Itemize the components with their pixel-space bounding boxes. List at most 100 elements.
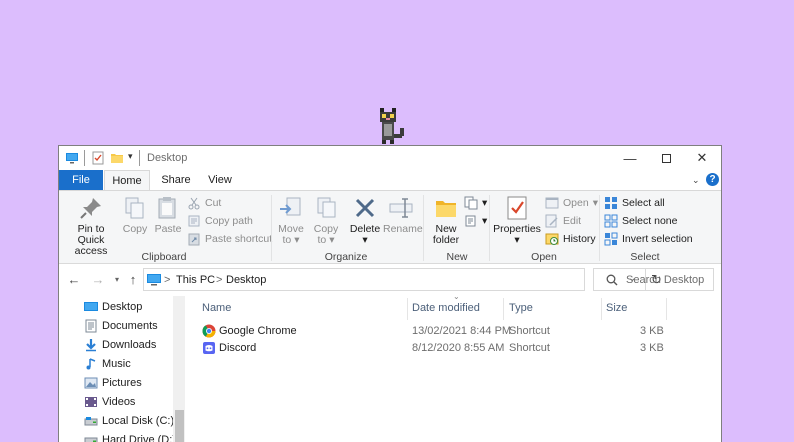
history-label: History	[563, 233, 596, 245]
nav-item-label: Videos	[102, 396, 136, 408]
invert-selection-button[interactable]: Invert selection	[604, 231, 693, 247]
help-button[interactable]: ?	[706, 173, 719, 186]
column-header-type[interactable]: Type	[509, 302, 533, 314]
nav-item-desktop[interactable]: Desktop	[84, 298, 142, 316]
address-field[interactable]: > This PC > Desktop ⌄ ↻	[143, 268, 662, 291]
delete-button[interactable]: Delete ▾	[348, 195, 382, 246]
nav-item-label: Music	[102, 358, 131, 370]
paste-shortcut-button[interactable]: Paste shortcut	[187, 231, 272, 247]
easy-access-dropdown-icon: ▾	[482, 215, 488, 227]
breadcrumb-this-pc[interactable]: This PC	[176, 274, 215, 286]
file-list: ⌄ Name Date modified Type Size Google Ch…	[185, 292, 721, 442]
up-arrow-icon: ↑	[129, 272, 137, 287]
pin-icon	[80, 198, 101, 219]
address-bar-row: ← → ▾ ↑ > This PC > Desktop ⌄ ↻ Search D…	[59, 264, 721, 296]
breadcrumb-sep-icon: >	[164, 274, 171, 286]
breadcrumb-sep2-icon: >	[216, 274, 223, 286]
copy-to-button[interactable]: Copy to ▾	[310, 195, 342, 246]
column-header-name[interactable]: Name	[202, 302, 231, 314]
history-button[interactable]: History	[545, 231, 596, 247]
column-header-size[interactable]: Size	[606, 302, 627, 314]
nav-pane-scroll-thumb[interactable]	[175, 410, 184, 442]
tab-view[interactable]: View	[200, 170, 240, 190]
properties-button[interactable]: Properties ▾	[493, 195, 541, 246]
explorer-window-icon[interactable]	[65, 151, 79, 165]
move-to-button[interactable]: Move to ▾	[275, 195, 307, 246]
tab-file[interactable]: File	[59, 170, 103, 190]
copy-button[interactable]: Copy	[121, 195, 149, 235]
rename-icon	[389, 198, 413, 218]
tab-home[interactable]: Home	[104, 170, 150, 191]
new-folder-quick-icon[interactable]	[110, 151, 124, 165]
file-size: 3 KB	[640, 325, 664, 337]
paste-label: Paste	[154, 223, 182, 235]
select-all-icon	[605, 197, 617, 209]
open-group-label: Open	[531, 251, 557, 263]
nav-item-pictures[interactable]: Pictures	[84, 374, 142, 392]
organize-group-label: Organize	[324, 251, 368, 263]
pin-to-quick-access-button[interactable]: Pin to Quick access	[63, 195, 119, 257]
tab-share[interactable]: Share	[156, 170, 196, 190]
nav-item-local-disk[interactable]: Local Disk (C:)	[84, 412, 174, 430]
recent-locations-chevron-icon: ▾	[114, 275, 119, 284]
search-box[interactable]: Search Desktop	[593, 268, 714, 291]
nav-item-hard-drive[interactable]: Hard Drive (D:)	[84, 431, 176, 442]
easy-access-button[interactable]: ▾	[464, 213, 487, 229]
column-header-date-modified[interactable]: Date modified	[412, 302, 480, 314]
copy-path-label: Copy path	[205, 215, 253, 227]
nav-item-videos[interactable]: Videos	[84, 393, 135, 411]
nav-item-label: Downloads	[102, 339, 157, 351]
up-button[interactable]: ↑	[125, 272, 141, 288]
properties-icon	[507, 196, 527, 220]
recent-locations-button[interactable]: ▾	[109, 272, 125, 288]
ribbon-tabs: File Home Share View ⌄ ?	[59, 170, 721, 191]
close-button[interactable]: ✕	[683, 146, 721, 170]
paste-button[interactable]: Paste	[153, 195, 183, 235]
minimize-button[interactable]: —	[611, 146, 649, 170]
edit-button[interactable]: Edit	[545, 213, 581, 229]
copy-path-icon	[188, 215, 200, 227]
file-date: 13/02/2021 8:44 PM	[412, 325, 512, 337]
clipboard-group-label: Clipboard	[141, 251, 187, 263]
cut-button[interactable]: Cut	[187, 195, 221, 211]
file-row[interactable]: Discord 8/12/2020 8:55 AM Shortcut 3 KB	[185, 340, 721, 357]
properties-quick-icon[interactable]	[92, 151, 104, 165]
expand-ribbon-icon[interactable]: ⌄	[692, 175, 700, 186]
customize-quick-access-icon[interactable]: ▾	[128, 151, 133, 162]
copy-icon	[125, 197, 144, 219]
maximize-button[interactable]	[647, 146, 685, 170]
copy-path-button[interactable]: Copy path	[187, 213, 253, 229]
move-to-icon	[280, 197, 301, 216]
file-name: Google Chrome	[219, 325, 297, 337]
back-button[interactable]: ←	[66, 272, 82, 288]
copy-to-icon	[317, 197, 336, 218]
select-all-button[interactable]: Select all	[604, 195, 665, 211]
close-icon: ✕	[696, 150, 708, 165]
new-folder-button[interactable]: New folder	[429, 195, 463, 246]
ribbon: Pin to Quick access Copy Paste Cut Copy …	[59, 190, 721, 264]
chrome-icon	[202, 324, 216, 338]
search-placeholder: Search Desktop	[626, 274, 705, 286]
paste-shortcut-icon	[188, 233, 200, 246]
nav-item-label: Hard Drive (D:)	[102, 434, 176, 442]
delete-dropdown-icon: ▾	[362, 234, 368, 246]
move-to-label-line2: to	[282, 234, 292, 246]
new-folder-label-line2: folder	[432, 234, 460, 246]
open-icon	[545, 197, 559, 209]
file-type: Shortcut	[509, 325, 550, 337]
forward-button[interactable]: →	[90, 272, 106, 288]
breadcrumb-desktop[interactable]: Desktop	[226, 274, 266, 286]
easy-access-icon	[465, 215, 476, 227]
rename-button[interactable]: Rename	[383, 195, 423, 235]
nav-item-documents[interactable]: Documents	[84, 317, 158, 335]
nav-item-music[interactable]: Music	[84, 355, 131, 373]
copy-to-dropdown-icon: ▾	[329, 234, 335, 246]
open-button[interactable]: Open ▾	[545, 195, 598, 211]
invert-selection-icon	[604, 232, 618, 246]
nav-item-downloads[interactable]: Downloads	[84, 336, 156, 354]
navigation-pane: Desktop Documents Downloads Music Pictur…	[59, 296, 185, 442]
new-item-button[interactable]: ▾	[464, 195, 487, 211]
search-icon	[606, 274, 618, 286]
file-row[interactable]: Google Chrome 13/02/2021 8:44 PM Shortcu…	[185, 323, 721, 340]
select-none-button[interactable]: Select none	[604, 213, 677, 229]
